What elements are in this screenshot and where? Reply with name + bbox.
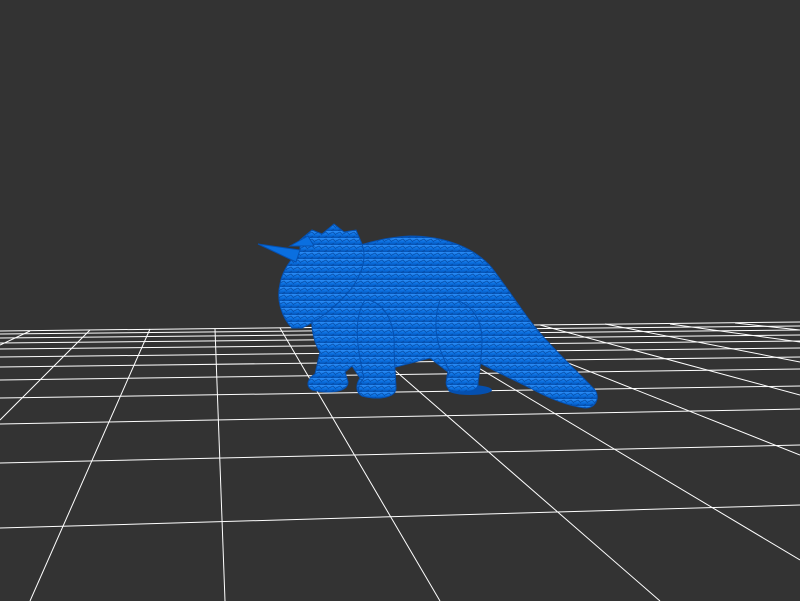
grid-line	[0, 504, 800, 529]
3d-scene-canvas[interactable]	[0, 0, 800, 601]
grid-line	[29, 328, 151, 601]
grid-line	[0, 408, 800, 425]
grid-line	[0, 444, 800, 464]
grid-line	[214, 328, 226, 601]
3d-viewport[interactable]	[0, 0, 800, 601]
triceratops-model[interactable]	[257, 223, 598, 409]
grid-line	[0, 329, 91, 421]
horn	[257, 243, 301, 263]
